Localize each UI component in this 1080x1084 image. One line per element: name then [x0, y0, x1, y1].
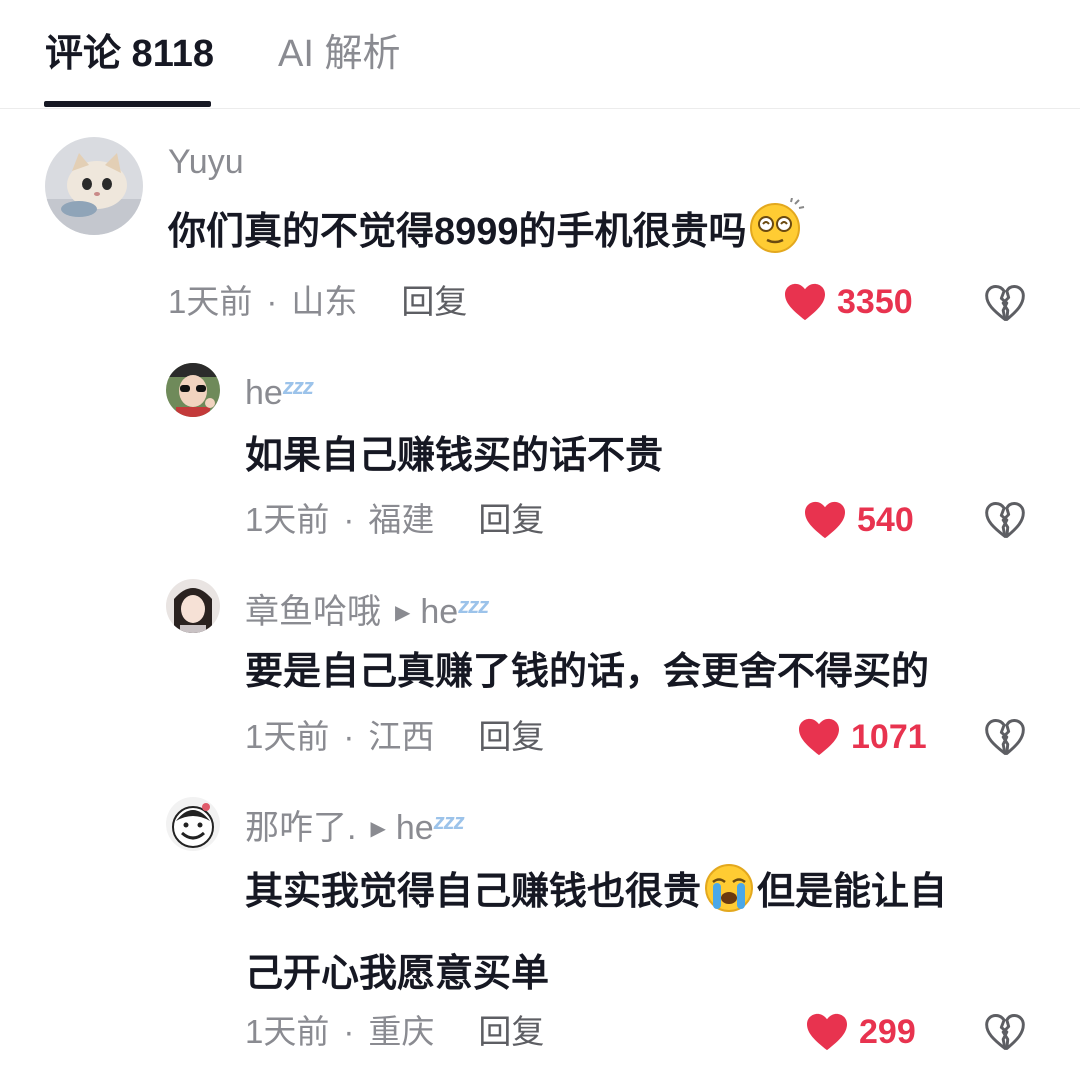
username[interactable]: Yuyu: [168, 140, 244, 184]
username[interactable]: 章鱼哈哦 ▶ hezzz: [245, 584, 489, 635]
crying-face-emoji-icon: [701, 862, 757, 938]
broken-heart-icon[interactable]: [983, 498, 1027, 542]
like-button[interactable]: 3350: [783, 280, 913, 324]
reply-button[interactable]: 回复: [478, 1013, 544, 1050]
like-button[interactable]: 540: [803, 498, 914, 542]
comment-location: 山东: [291, 283, 358, 320]
comment-location: 福建: [368, 501, 435, 538]
play-arrow-icon: ▶: [395, 602, 411, 624]
username-text: he: [245, 374, 283, 412]
like-button[interactable]: 299: [805, 1010, 916, 1054]
zzz-badge: zzz: [433, 809, 465, 834]
comment-text: 你们真的不觉得8999的手机很贵吗: [168, 196, 807, 278]
separator-dot: ·: [343, 1013, 355, 1050]
comment-time: 1天前: [245, 501, 330, 538]
reply-button[interactable]: 回复: [401, 283, 467, 320]
zzz-badge: zzz: [458, 593, 489, 618]
comment-time: 1天前: [168, 283, 253, 320]
avatar[interactable]: [166, 363, 220, 417]
comment-meta: 1天前 · 江西 回复: [245, 715, 544, 759]
tab-comments[interactable]: 评论 8118: [45, 30, 214, 78]
avatar[interactable]: [166, 579, 220, 633]
comment-tabs: 评论 8118 AI 解析: [0, 0, 1080, 109]
comment-text: 其实我觉得自己赚钱也很贵 但是能让自己开心我愿意买单: [245, 856, 1045, 1010]
username-text: 章鱼哈哦: [245, 593, 381, 631]
comment-text-line2: 己开心我愿意买单: [245, 953, 550, 995]
avatar[interactable]: [166, 797, 220, 851]
username-text: 那咋了.: [245, 809, 357, 847]
username[interactable]: hezzz: [245, 365, 314, 415]
comment-location: 重庆: [368, 1013, 435, 1050]
broken-heart-icon[interactable]: [983, 281, 1027, 325]
like-button[interactable]: 1071: [797, 715, 927, 759]
comment-meta: 1天前 · 福建 回复: [245, 498, 544, 542]
tab-ai-analysis[interactable]: AI 解析: [278, 30, 400, 78]
heart-icon: [805, 1012, 849, 1052]
active-tab-indicator: [44, 101, 211, 107]
like-count: 299: [859, 1012, 916, 1051]
separator-dot: ·: [266, 283, 278, 320]
reply-button[interactable]: 回复: [478, 718, 544, 755]
avatar[interactable]: [45, 137, 143, 235]
heart-icon: [797, 717, 841, 757]
reply-button[interactable]: 回复: [478, 501, 544, 538]
like-count: 540: [857, 500, 914, 539]
separator-dot: ·: [343, 718, 355, 755]
broken-heart-icon[interactable]: [983, 1010, 1027, 1054]
comment-text-body: 你们真的不觉得8999的手机很贵吗: [168, 211, 747, 253]
comment-location: 江西: [368, 718, 435, 755]
like-count: 1071: [851, 717, 927, 756]
comment-text-part2: 但是能让自: [757, 871, 948, 913]
comment-time: 1天前: [245, 1013, 330, 1050]
separator-dot: ·: [343, 501, 355, 538]
zzz-badge: zzz: [282, 374, 314, 399]
comment-meta: 1天前 · 山东 回复: [168, 280, 467, 324]
broken-heart-icon[interactable]: [983, 715, 1027, 759]
username[interactable]: 那咋了. ▶ hezzz: [245, 800, 465, 851]
heart-icon: [803, 500, 847, 540]
comment-meta: 1天前 · 重庆 回复: [245, 1010, 544, 1054]
reply-to-username[interactable]: he: [396, 809, 434, 847]
play-arrow-icon: ▶: [370, 818, 386, 840]
comment-time: 1天前: [245, 718, 330, 755]
reply-to-username[interactable]: he: [420, 593, 458, 631]
like-count: 3350: [837, 282, 913, 321]
comment-text: 如果自己赚钱买的话不贵: [245, 435, 664, 477]
comment-text: 要是自己真赚了钱的话，会更舍不得买的: [245, 651, 930, 693]
heart-icon: [783, 282, 827, 322]
comment-text-part1: 其实我觉得自己赚钱也很贵: [245, 871, 702, 913]
dizzy-face-emoji-icon: [747, 197, 807, 278]
